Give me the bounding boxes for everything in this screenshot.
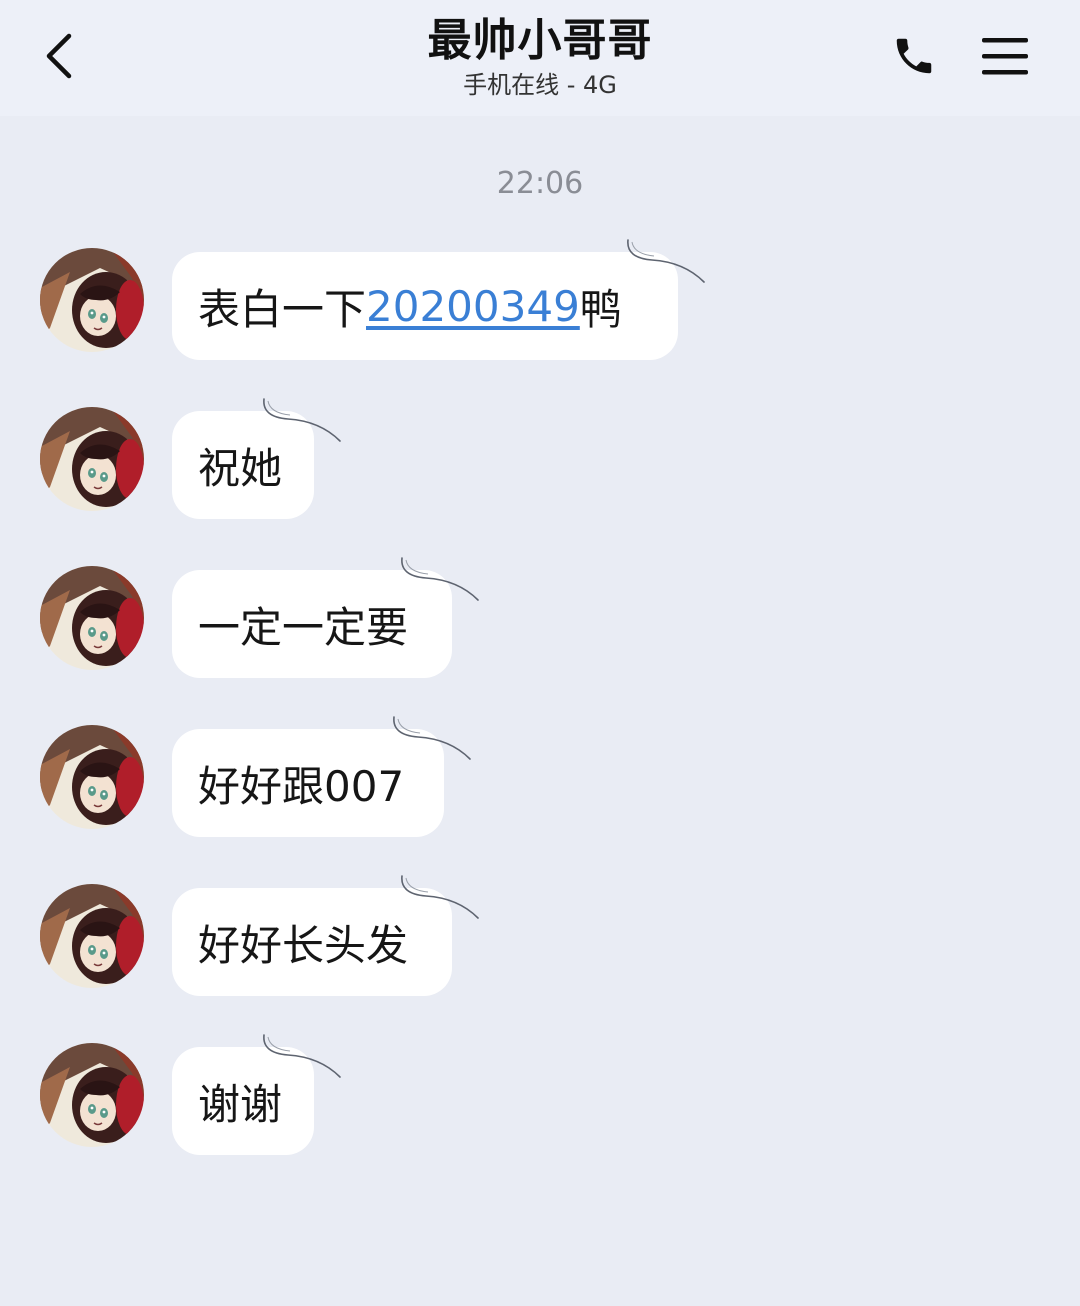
message-text-prefix: 表白一下 [198,284,367,334]
message-text: 一定一定要 [198,602,409,652]
message-row: 好好长头发 [40,884,1040,996]
message-text: 谢谢 [198,1079,283,1129]
message-text: 好好长头发 [198,920,409,970]
message-bubble[interactable]: 一定一定要 [172,570,452,678]
message-row: 祝她 [40,407,1040,519]
message-bubble[interactable]: 祝她 [172,411,314,519]
contact-name: 最帅小哥哥 [427,15,653,66]
message-row: 好好跟007 [40,725,1040,837]
contact-avatar[interactable] [40,248,144,352]
contact-avatar[interactable] [40,566,144,670]
message-bubble[interactable]: 好好跟007 [172,729,444,837]
chat-timestamp: 22:06 [496,166,584,201]
contact-avatar[interactable] [40,407,144,511]
message-text: 好好跟007 [198,761,405,811]
contact-avatar[interactable] [40,1043,144,1147]
menu-button[interactable] [972,28,1038,88]
message-row: 表白一下 20200349 鸭 [40,248,1040,360]
bubble-tail-decoration [624,238,708,298]
phone-icon [891,33,937,83]
back-button[interactable] [30,28,86,88]
message-row: 谢谢 [40,1043,1040,1155]
message-number-link[interactable]: 20200349 [366,282,580,331]
call-button[interactable] [882,28,946,88]
contact-avatar[interactable] [40,725,144,829]
bubble-tail-decoration [398,556,482,616]
chevron-left-icon [43,32,73,84]
online-status: 手机在线 - 4G [463,71,617,99]
hamburger-menu-icon [982,36,1028,80]
chat-header: 最帅小哥哥 手机在线 - 4G [0,0,1080,116]
message-text-suffix: 鸭 [579,284,622,334]
contact-avatar[interactable] [40,884,144,988]
message-row: 一定一定要 [40,566,1040,678]
bubble-tail-decoration [398,874,482,934]
chat-title-block: 最帅小哥哥 手机在线 - 4G [240,14,840,100]
message-text: 祝她 [198,443,283,493]
message-bubble[interactable]: 好好长头发 [172,888,452,996]
message-bubble[interactable]: 谢谢 [172,1047,314,1155]
message-bubble[interactable]: 表白一下 20200349 鸭 [172,252,678,360]
